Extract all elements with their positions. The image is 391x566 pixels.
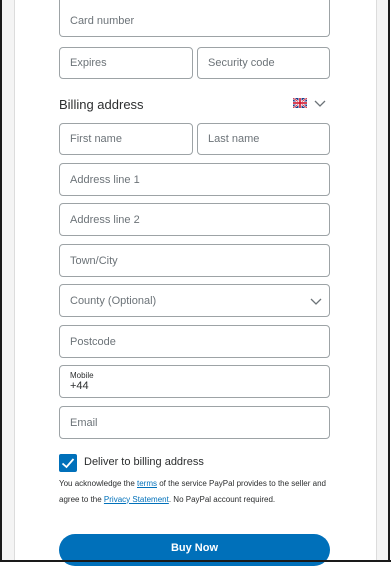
mobile-value: +44 [70,380,89,392]
card-number-field[interactable]: Card number [59,0,330,37]
deliver-to-billing-checkbox[interactable] [59,454,77,472]
mobile-label: Mobile [70,371,94,380]
email-placeholder: Email [70,416,98,429]
legal-notice: You acknowledge the terms of the service… [59,476,334,507]
legal-text-after: . No PayPal account required. [168,494,276,504]
town-city-field[interactable]: Town/City [59,244,330,277]
address-line-2-field[interactable]: Address line 2 [59,203,330,236]
security-code-field[interactable]: Security code [197,47,330,79]
left-gutter [2,0,15,560]
first-name-field[interactable]: First name [59,123,193,155]
address-line-1-field[interactable]: Address line 1 [59,163,330,196]
first-name-placeholder: First name [70,133,122,145]
last-name-placeholder: Last name [208,133,260,145]
uk-flag-icon[interactable] [293,98,307,108]
last-name-field[interactable]: Last name [197,123,330,155]
town-city-placeholder: Town/City [70,254,118,267]
privacy-statement-link[interactable]: Privacy Statement [104,495,169,504]
card-number-placeholder: Card number [70,15,135,27]
email-field[interactable]: Email [59,406,330,439]
county-placeholder: County (Optional) [70,294,157,307]
security-code-placeholder: Security code [208,57,275,69]
billing-address-title: Billing address [59,97,144,112]
mobile-field[interactable]: Mobile +44 [59,365,330,398]
deliver-to-billing-label[interactable]: Deliver to billing address [84,456,204,468]
address-line-2-placeholder: Address line 2 [70,213,140,226]
expires-placeholder: Expires [70,57,107,69]
postcode-placeholder: Postcode [70,335,116,348]
address-line-1-placeholder: Address line 1 [70,173,140,186]
country-chevron-down-icon[interactable] [314,100,326,108]
window-border-right [388,0,390,562]
county-chevron-down-icon [310,298,322,305]
postcode-field[interactable]: Postcode [59,325,330,358]
checkmark-icon [61,458,75,469]
window-border-left [0,0,2,562]
legal-text-before-terms: You acknowledge the [59,479,137,488]
terms-link[interactable]: terms [137,479,157,488]
county-select[interactable]: County (Optional) [59,284,330,317]
expires-field[interactable]: Expires [59,47,193,79]
buy-now-label: Buy Now [170,541,219,554]
